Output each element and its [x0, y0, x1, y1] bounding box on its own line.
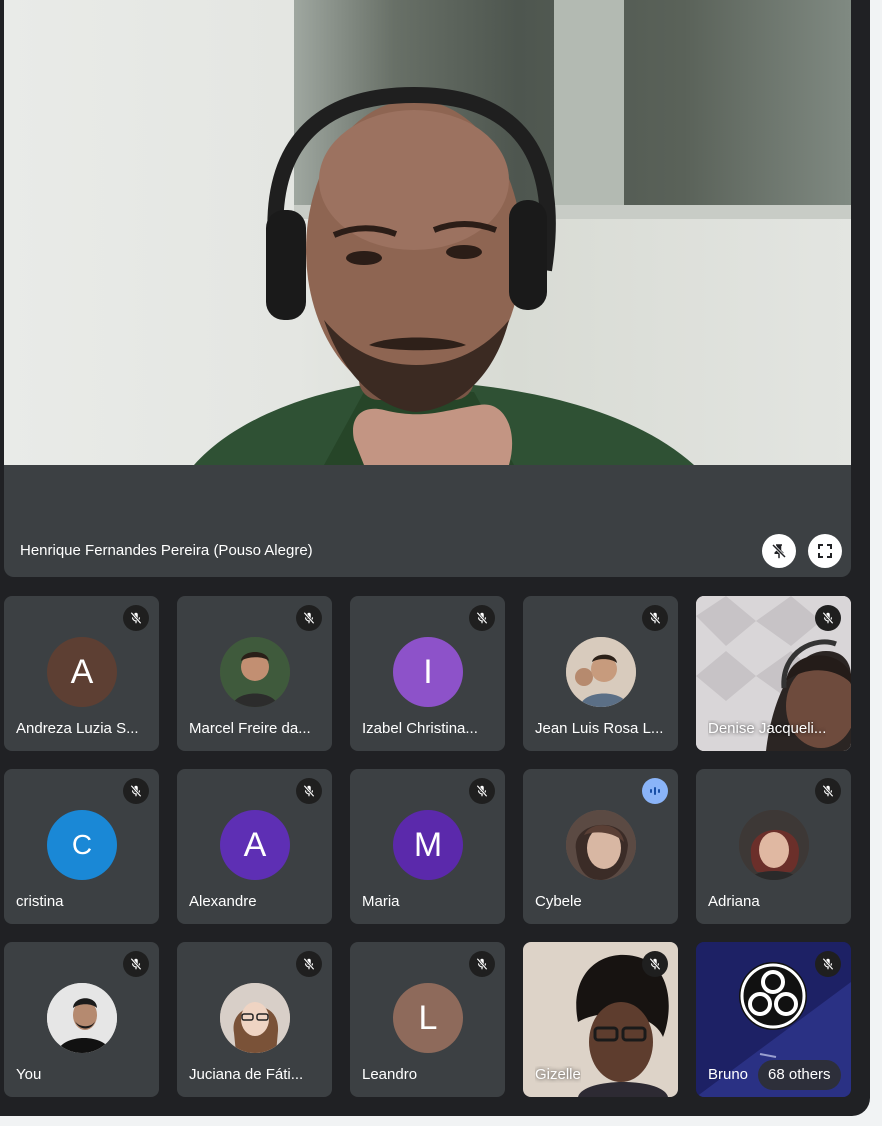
participant-name: Cybele — [535, 893, 582, 910]
participant-name: Adriana — [708, 893, 760, 910]
fullscreen-button[interactable] — [808, 534, 842, 568]
participant-tile[interactable]: M Maria — [350, 769, 505, 924]
mic-off-icon — [296, 605, 322, 631]
avatar-photo — [739, 810, 809, 880]
participant-name: Bruno — [708, 1066, 749, 1083]
speaker-figure — [194, 86, 694, 465]
meeting-stage: Henrique Fernandes Pereira (Pouso Alegre… — [0, 0, 870, 1116]
participant-video-tile[interactable]: Denise Jacqueli... — [696, 596, 851, 751]
participant-name: Juciana de Fáti... — [189, 1066, 304, 1083]
participant-name: Maria — [362, 893, 400, 910]
participant-video-tile[interactable]: Gizelle — [523, 942, 678, 1097]
avatar: A — [220, 810, 290, 880]
mic-off-icon — [642, 951, 668, 977]
avatar: A — [47, 637, 117, 707]
pin-off-icon — [771, 543, 787, 559]
participant-name: Gizelle — [535, 1066, 581, 1083]
featured-video — [4, 0, 851, 465]
participant-tile[interactable]: Adriana — [696, 769, 851, 924]
participant-name: Izabel Christina... — [362, 720, 478, 737]
mic-off-icon — [296, 778, 322, 804]
participant-tile[interactable]: Cybele — [523, 769, 678, 924]
avatar-photo — [220, 637, 290, 707]
participant-name: Jean Luis Rosa L... — [535, 720, 664, 737]
participant-tile[interactable]: L Leandro — [350, 942, 505, 1097]
participant-tile[interactable]: Juciana de Fáti... — [177, 942, 332, 1097]
mic-off-icon — [815, 951, 841, 977]
participant-name: Marcel Freire da... — [189, 720, 311, 737]
avatar-photo — [47, 983, 117, 1053]
avatar-photo — [220, 983, 290, 1053]
avatar: C — [47, 810, 117, 880]
mic-off-icon — [296, 951, 322, 977]
featured-participant-name: Henrique Fernandes Pereira (Pouso Alegre… — [20, 542, 313, 559]
fullscreen-icon — [818, 544, 832, 558]
avatar: L — [393, 983, 463, 1053]
unpin-button[interactable] — [762, 534, 796, 568]
participant-name: You — [16, 1066, 42, 1083]
participant-tile[interactable]: I Izabel Christina... — [350, 596, 505, 751]
mic-off-icon — [469, 951, 495, 977]
mic-off-icon — [642, 605, 668, 631]
mic-off-icon — [815, 778, 841, 804]
participant-tile-self[interactable]: You — [4, 942, 159, 1097]
participant-name: Andreza Luzia S... — [16, 720, 139, 737]
participant-tile[interactable]: A Alexandre — [177, 769, 332, 924]
participant-tile[interactable]: C cristina — [4, 769, 159, 924]
mic-off-icon — [469, 605, 495, 631]
participant-tile[interactable]: A Andreza Luzia S... — [4, 596, 159, 751]
avatar: M — [393, 810, 463, 880]
speaking-indicator-icon — [642, 778, 668, 804]
avatar: I — [393, 637, 463, 707]
screen-edge — [870, 0, 882, 1126]
mic-off-icon — [469, 778, 495, 804]
featured-participant-tile[interactable]: Henrique Fernandes Pereira (Pouso Alegre… — [4, 0, 851, 577]
participant-name: cristina — [16, 893, 64, 910]
others-count-chip[interactable]: 68 others — [758, 1060, 841, 1090]
participant-tile-others[interactable]: Bruno 68 others — [696, 942, 851, 1097]
mic-off-icon — [815, 605, 841, 631]
mic-off-icon — [123, 778, 149, 804]
avatar-photo — [566, 637, 636, 707]
participant-name: Alexandre — [189, 893, 257, 910]
mic-off-icon — [123, 605, 149, 631]
participant-name: Denise Jacqueli... — [708, 720, 827, 737]
avatar-photo — [566, 810, 636, 880]
mic-off-icon — [123, 951, 149, 977]
participant-name: Leandro — [362, 1066, 418, 1083]
participant-tile[interactable]: Jean Luis Rosa L... — [523, 596, 678, 751]
participant-tile[interactable]: Marcel Freire da... — [177, 596, 332, 751]
